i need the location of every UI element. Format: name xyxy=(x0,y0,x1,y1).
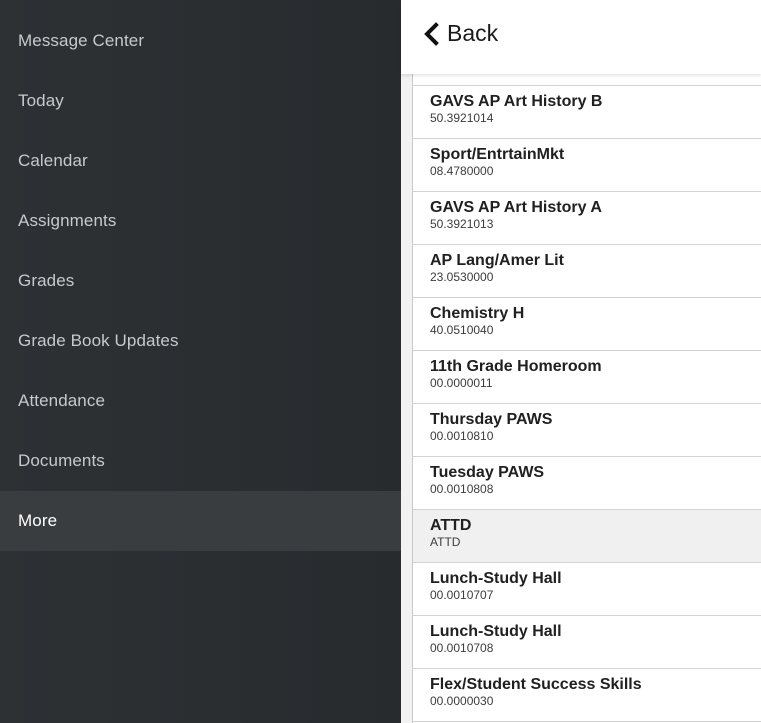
sidebar-item-label: Documents xyxy=(18,451,105,470)
course-title: Lunch-Study Hall xyxy=(430,570,562,587)
course-code: 23.0530000 xyxy=(430,270,494,284)
course-code: 00.0010808 xyxy=(430,482,494,496)
course-code: 08.4780000 xyxy=(430,164,494,178)
sidebar-item-assignments[interactable]: Assignments xyxy=(0,191,401,251)
sidebar-item-grade-book-updates[interactable]: Grade Book Updates xyxy=(0,311,401,371)
course-title: Thursday PAWS xyxy=(430,411,553,428)
course-code: 50.3921013 xyxy=(430,217,494,231)
back-button[interactable]: Back xyxy=(421,20,498,47)
top-bar: Back xyxy=(401,0,761,74)
sidebar-item-calendar[interactable]: Calendar xyxy=(0,131,401,191)
sidebar-item-today[interactable]: Today xyxy=(0,71,401,131)
sidebar-item-label: Grades xyxy=(18,271,75,290)
sidebar-item-documents[interactable]: Documents xyxy=(0,431,401,491)
sidebar-item-label: Assignments xyxy=(18,211,117,230)
course-title: ATTD xyxy=(430,517,472,534)
course-row[interactable]: Lunch-Study Hall 00.0010708 xyxy=(413,616,761,669)
course-row[interactable]: GAVS AP Art History A 50.3921013 xyxy=(413,192,761,245)
course-row[interactable]: Tuesday PAWS 00.0010808 xyxy=(413,457,761,510)
course-title: GAVS AP Art History B xyxy=(430,93,603,110)
course-row[interactable]: Sport/EntrtainMkt 08.4780000 xyxy=(413,139,761,192)
course-title: Lunch-Study Hall xyxy=(430,623,562,640)
course-code: 00.0000011 xyxy=(430,376,493,390)
sidebar-item-label: Message Center xyxy=(18,31,145,50)
course-title: Sport/EntrtainMkt xyxy=(430,146,565,163)
course-list: GAVS AP Art History B 50.3921014 Sport/E… xyxy=(412,74,761,723)
course-code: 00.0010810 xyxy=(430,429,494,443)
course-title: Tuesday PAWS xyxy=(430,464,545,481)
course-title: 11th Grade Homeroom xyxy=(430,358,602,375)
course-title: AP Lang/Amer Lit xyxy=(430,252,564,269)
course-code: 40.0510040 xyxy=(430,323,494,337)
sidebar-item-label: More xyxy=(18,511,58,530)
course-row[interactable]: 11th Grade Homeroom 00.0000011 xyxy=(413,351,761,404)
app-window: Message Center Today Calendar Assignment… xyxy=(0,0,761,723)
course-row[interactable]: AP Lang/Amer Lit 23.0530000 xyxy=(413,245,761,298)
course-row[interactable]: Thursday PAWS 00.0010810 xyxy=(413,404,761,457)
main-panel: Back GAVS AP Art History B 50.3921014 Sp… xyxy=(401,0,761,723)
back-label: Back xyxy=(447,20,499,46)
chevron-left-icon xyxy=(421,21,441,46)
sidebar-item-message-center[interactable]: Message Center xyxy=(0,11,401,71)
course-row[interactable]: Lunch-Study Hall 00.0010707 xyxy=(413,563,761,616)
sidebar-item-label: Calendar xyxy=(18,151,88,170)
course-title: Chemistry H xyxy=(430,305,525,322)
course-code: ATTD xyxy=(430,535,461,549)
sidebar-item-label: Grade Book Updates xyxy=(18,331,179,350)
course-title: GAVS AP Art History A xyxy=(430,199,602,216)
sidebar-item-label: Attendance xyxy=(18,391,106,410)
course-row[interactable]: Chemistry H 40.0510040 xyxy=(413,298,761,351)
course-row[interactable]: Flex/Student Success Skills 00.0000030 xyxy=(413,669,761,722)
course-code: 00.0000030 xyxy=(430,694,494,708)
list-top-spacer xyxy=(413,74,761,86)
course-code: 00.0010707 xyxy=(430,588,494,602)
sidebar-item-label: Today xyxy=(18,91,64,110)
sidebar-item-grades[interactable]: Grades xyxy=(0,251,401,311)
course-row[interactable]: GAVS AP Art History B 50.3921014 xyxy=(413,86,761,139)
course-row[interactable]: ATTD ATTD xyxy=(413,510,761,563)
sidebar-nav: Message Center Today Calendar Assignment… xyxy=(0,0,401,723)
course-code: 00.0010708 xyxy=(430,641,494,655)
sidebar-item-more[interactable]: More xyxy=(0,491,401,551)
course-title: Flex/Student Success Skills xyxy=(430,676,642,693)
sidebar-item-attendance[interactable]: Attendance xyxy=(0,371,401,431)
course-code: 50.3921014 xyxy=(430,111,494,125)
